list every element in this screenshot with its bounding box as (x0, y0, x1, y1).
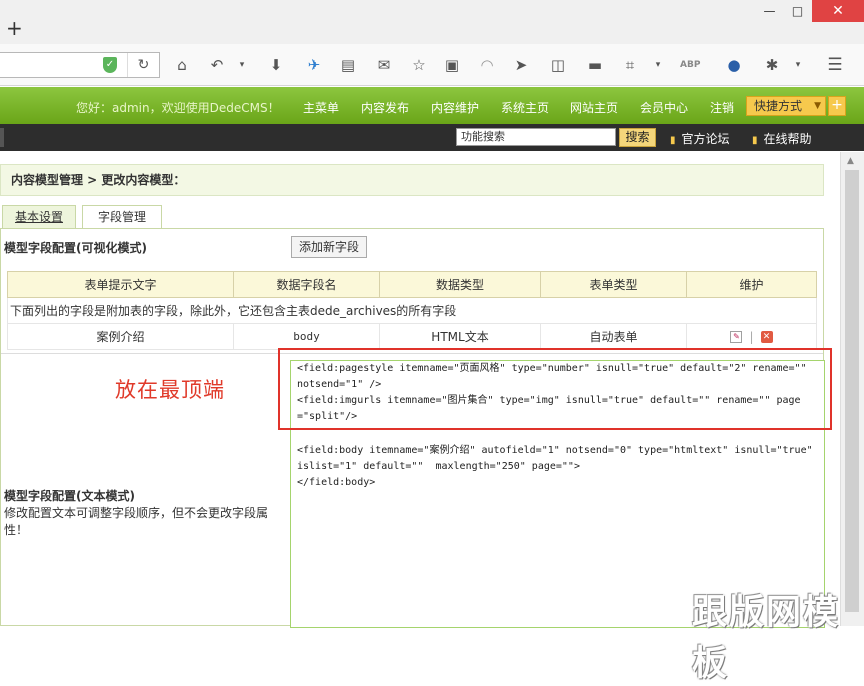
menu-site-home[interactable]: 网站主页 (570, 99, 618, 116)
field-datatype-cell: HTML文本 (379, 323, 541, 350)
mail-icon[interactable]: ✉ (374, 55, 394, 75)
scrollbar-thumb[interactable] (845, 170, 859, 612)
cms-search-bar: 功能搜索 搜索 ▮ 官方论坛 ▮ 在线帮助 (0, 124, 864, 151)
maximize-button[interactable]: □ (784, 0, 811, 22)
tab-basic-settings[interactable]: 基本设置 (2, 205, 76, 228)
home-icon[interactable]: ⌂ (172, 55, 192, 75)
page-scrollbar[interactable]: ▲ (840, 152, 864, 626)
dropdown-icon[interactable]: ▾ (648, 55, 668, 75)
menu-main[interactable]: 主菜单 (303, 99, 339, 116)
text-mode-desc: 修改配置文本可调整字段顺序，但不会更改字段属性！ (4, 506, 269, 537)
globe-icon[interactable]: ● (724, 55, 744, 75)
column-header: 数据字段名 (233, 271, 380, 298)
close-window-button[interactable]: ✕ (812, 0, 864, 22)
menu-maintain[interactable]: 内容维护 (431, 99, 479, 116)
browser-tab-strip: + — □ ✕ (0, 0, 864, 44)
rss-icon[interactable]: ◠ (477, 55, 497, 75)
breadcrumb: 内容模型管理 > 更改内容模型： (0, 164, 824, 196)
function-search-input[interactable]: 功能搜索 (456, 128, 616, 146)
window-icon[interactable]: ◫ (548, 55, 568, 75)
menu-publish[interactable]: 内容发布 (361, 99, 409, 116)
download-icon[interactable]: ⬇ (266, 55, 286, 75)
dropdown-icon[interactable]: ▾ (788, 55, 808, 75)
search-button[interactable]: 搜索 (619, 128, 656, 147)
column-header: 数据类型 (379, 271, 541, 298)
fields-table: 表单提示文字 数据字段名 数据类型 表单类型 维护 下面列出的字段是附加表的字段… (7, 271, 817, 350)
field-actions-cell: ✎ | ✕ (686, 323, 817, 350)
help-link[interactable]: ▮ 在线帮助 (752, 130, 812, 147)
tab-field-management[interactable]: 字段管理 (82, 205, 162, 228)
bullet-icon: ▮ (670, 135, 676, 146)
add-shortcut-icon[interactable]: + (828, 96, 846, 116)
send-icon[interactable]: ➤ (511, 55, 531, 75)
clipboard-icon[interactable]: ▣ (442, 55, 462, 75)
cms-header: 您好：admin，欢迎使用DedeCMS！ 主菜单 内容发布 内容维护 系统主页… (0, 87, 864, 124)
text-mode-title: 模型字段配置(文本模式) (4, 489, 135, 503)
action-separator: | (749, 329, 754, 344)
url-bar[interactable]: ✓ ↻ (0, 52, 160, 78)
menu-logout[interactable]: 注销 (710, 99, 734, 116)
folder-icon[interactable]: ▬ (585, 55, 605, 75)
new-tab-button[interactable]: + (6, 18, 23, 38)
edit-icon[interactable]: ✎ (730, 331, 743, 343)
minimize-button[interactable]: — (756, 0, 783, 22)
field-formtype-cell: 自动表单 (540, 323, 687, 350)
hamburger-icon[interactable]: ☰ (825, 55, 845, 75)
watermark: 跟版网模板 (692, 593, 841, 684)
back-icon[interactable]: ↶ (207, 55, 227, 75)
table-row: 案例介绍 body HTML文本 自动表单 ✎ | ✕ (7, 323, 817, 350)
star-icon[interactable]: ☆ (409, 55, 429, 75)
chevron-down-icon: ▼ (814, 101, 821, 111)
table-note: 下面列出的字段是附加表的字段，除此外，它还包含主表dede_archives的所… (7, 297, 817, 324)
field-label-cell: 案例介绍 (7, 323, 234, 350)
shortcut-label: 快捷方式 (754, 99, 803, 113)
bar-edge (0, 128, 4, 147)
reader-icon[interactable]: ▤ (338, 55, 358, 75)
table-header-row: 表单提示文字 数据字段名 数据类型 表单类型 维护 (7, 271, 817, 298)
bird-icon[interactable]: ✈ (304, 55, 324, 75)
field-name-cell: body (233, 323, 380, 350)
add-field-button[interactable]: 添加新字段 (291, 236, 367, 258)
column-header: 维护 (686, 271, 817, 298)
crop-icon[interactable]: ⌗ (620, 55, 640, 75)
code-line: </field:body> (297, 477, 376, 488)
visual-mode-label: 模型字段配置(可视化模式) (4, 241, 147, 255)
code-line: <field:body itemname="案例介绍" autofield="1… (297, 445, 819, 472)
dropdown-icon[interactable]: ▾ (232, 55, 252, 75)
reload-icon[interactable]: ↻ (127, 53, 159, 77)
column-header: 表单提示文字 (7, 271, 234, 298)
annotation-highlight-box (278, 348, 832, 430)
forum-link[interactable]: ▮ 官方论坛 (670, 130, 730, 147)
column-header: 表单类型 (540, 271, 687, 298)
table-note-row: 下面列出的字段是附加表的字段，除此外，它还包含主表dede_archives的所… (7, 297, 817, 324)
bullet-icon: ▮ (752, 135, 758, 146)
annotation-text: 放在最顶端 (115, 378, 225, 402)
visual-mode-row: 模型字段配置(可视化模式) 添加新字段 (1, 229, 823, 263)
bug-icon[interactable]: ✱ (762, 55, 782, 75)
menu-system-home[interactable]: 系统主页 (501, 99, 549, 116)
shield-icon[interactable]: ✓ (103, 57, 117, 73)
menu-member-center[interactable]: 会员中心 (640, 99, 688, 116)
scroll-up-icon[interactable]: ▲ (847, 156, 854, 166)
welcome-text: 您好：admin，欢迎使用DedeCMS！ (76, 101, 280, 115)
abp-icon[interactable]: ABP (680, 55, 700, 75)
browser-toolbar: ✓ ↻ ⌂ ↶ ▾ ⬇ ✈ ▤ ✉ ☆ ▣ ◠ ➤ ◫ ▬ ⌗ ▾ ABP ● … (0, 44, 864, 86)
shortcut-dropdown[interactable]: 快捷方式 ▼ (746, 96, 826, 116)
text-mode-label: 模型字段配置(文本模式) 修改配置文本可调整字段顺序，但不会更改字段属性！ (4, 488, 284, 539)
delete-icon[interactable]: ✕ (760, 331, 773, 343)
